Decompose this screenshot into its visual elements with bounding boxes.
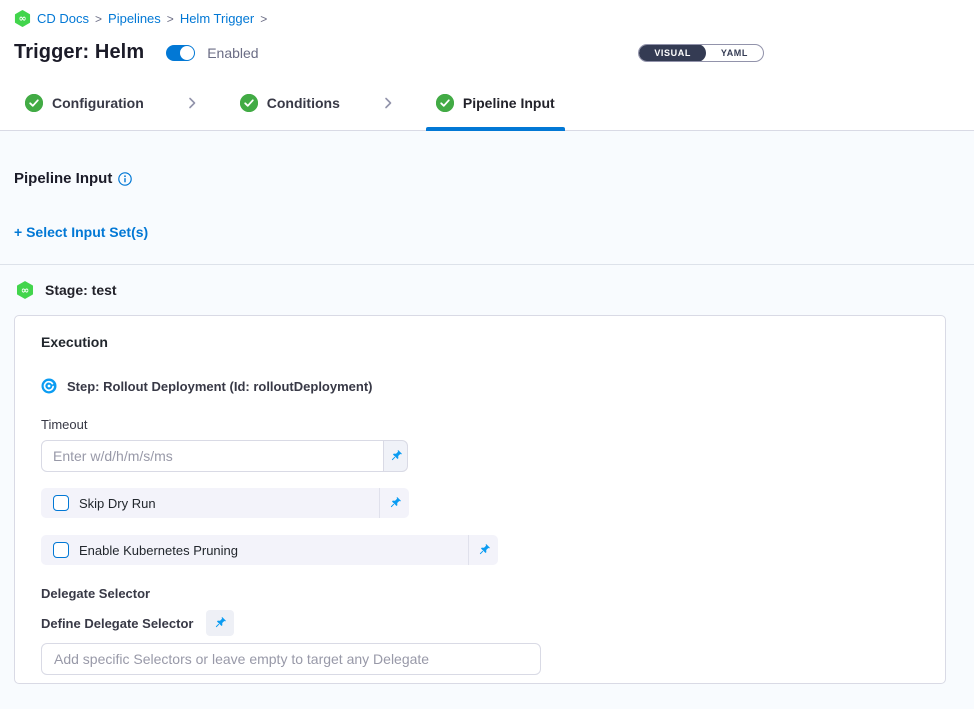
stage-label: Stage: test — [45, 282, 117, 298]
check-circle-icon — [240, 94, 258, 112]
breadcrumb-separator: > — [260, 12, 267, 26]
step-row: Step: Rollout Deployment (Id: rolloutDep… — [41, 378, 919, 394]
harness-cd-icon: ∞ — [16, 281, 34, 299]
breadcrumb-separator: > — [167, 12, 174, 26]
breadcrumb-link-cd-docs[interactable]: CD Docs — [37, 11, 89, 26]
execution-title: Execution — [41, 334, 919, 350]
breadcrumb: ∞ CD Docs > Pipelines > Helm Trigger > — [14, 10, 960, 27]
info-icon[interactable] — [118, 172, 132, 186]
pin-icon[interactable] — [206, 610, 234, 636]
toggle-knob — [180, 46, 194, 60]
section-title-row: Pipeline Input — [0, 131, 974, 187]
chevron-right-icon — [380, 76, 396, 130]
stage-row[interactable]: ∞ Stage: test — [0, 265, 974, 315]
delegate-selectors-input[interactable] — [41, 643, 541, 675]
tab-pipeline-input[interactable]: Pipeline Input — [426, 76, 565, 130]
enabled-toggle-label: Enabled — [207, 45, 258, 61]
page-header: ∞ CD Docs > Pipelines > Helm Trigger > T… — [0, 0, 974, 76]
enable-kubernetes-pruning-checkbox[interactable] — [53, 542, 69, 558]
checkbox-label: Enable Kubernetes Pruning — [79, 543, 238, 558]
define-delegate-row: Define Delegate Selector — [41, 610, 919, 636]
title-row: Trigger: Helm Enabled VISUAL YAML — [14, 41, 960, 64]
check-circle-icon — [436, 94, 454, 112]
check-circle-icon — [25, 94, 43, 112]
breadcrumb-link-helm-trigger[interactable]: Helm Trigger — [180, 11, 254, 26]
trigger-page: ∞ CD Docs > Pipelines > Helm Trigger > T… — [0, 0, 974, 709]
checkbox-label: Skip Dry Run — [79, 496, 156, 511]
pin-icon[interactable] — [379, 488, 409, 518]
delegate-selector-label: Delegate Selector — [41, 586, 919, 601]
visual-yaml-toggle: VISUAL YAML — [638, 44, 764, 62]
tab-label: Configuration — [52, 95, 144, 111]
breadcrumb-separator: > — [95, 12, 102, 26]
visual-segment-button[interactable]: VISUAL — [639, 44, 706, 62]
step-label: Step: Rollout Deployment (Id: rolloutDep… — [67, 379, 373, 394]
execution-card: Execution Step: Rollout Deployment (Id: … — [14, 315, 946, 684]
timeout-label: Timeout — [41, 417, 919, 432]
wizard-tab-bar: Configuration Conditions P — [0, 76, 974, 131]
timeout-input[interactable] — [41, 440, 384, 472]
pin-icon[interactable] — [468, 535, 498, 565]
tab-label: Conditions — [267, 95, 340, 111]
tab-configuration[interactable]: Configuration — [15, 76, 154, 130]
section-title: Pipeline Input — [14, 170, 112, 187]
svg-text:∞: ∞ — [21, 285, 29, 296]
yaml-segment-button[interactable]: YAML — [706, 44, 763, 62]
skip-dry-run-checkbox[interactable] — [53, 495, 69, 511]
page-title: Trigger: Helm — [14, 41, 144, 64]
rollout-deployment-icon — [41, 378, 57, 394]
define-delegate-selector-label: Define Delegate Selector — [41, 616, 193, 631]
pipeline-input-panel: Pipeline Input + Select Input Set(s) ∞ S… — [0, 131, 974, 709]
tab-conditions[interactable]: Conditions — [230, 76, 350, 130]
enabled-toggle[interactable] — [166, 45, 195, 61]
tab-label: Pipeline Input — [463, 95, 555, 111]
enable-kubernetes-pruning-checkbox-area[interactable]: Enable Kubernetes Pruning — [41, 542, 468, 558]
chevron-right-icon — [184, 76, 200, 130]
timeout-input-group — [41, 440, 408, 472]
svg-text:∞: ∞ — [19, 14, 27, 25]
skip-dry-run-row: Skip Dry Run — [41, 488, 409, 518]
harness-cd-icon: ∞ — [14, 10, 31, 27]
skip-dry-run-checkbox-area[interactable]: Skip Dry Run — [41, 495, 379, 511]
select-input-sets-button[interactable]: + Select Input Set(s) — [14, 224, 974, 240]
breadcrumb-link-pipelines[interactable]: Pipelines — [108, 11, 161, 26]
pin-icon[interactable] — [384, 440, 408, 472]
enable-kubernetes-pruning-row: Enable Kubernetes Pruning — [41, 535, 498, 565]
